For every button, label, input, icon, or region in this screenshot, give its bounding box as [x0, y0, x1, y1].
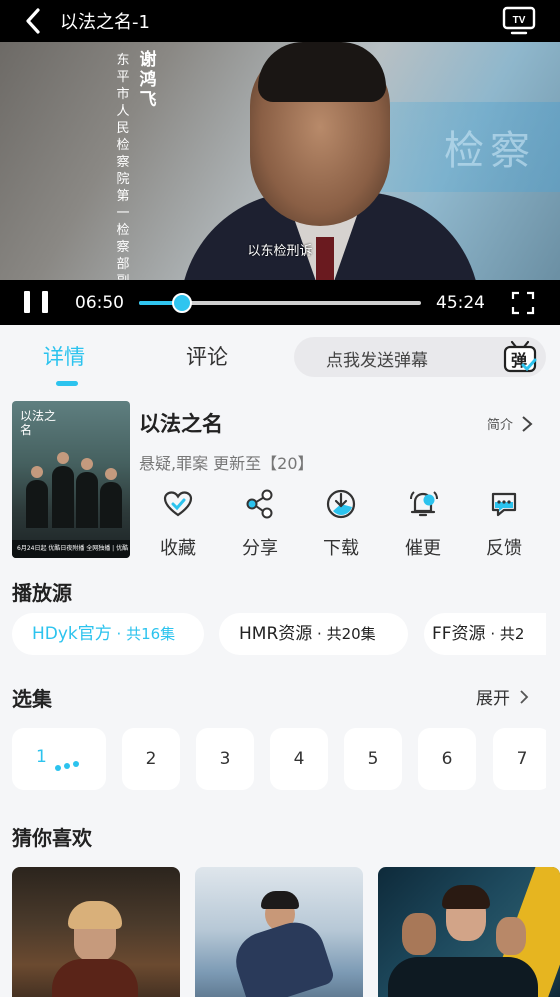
tabs-row: 详情 评论 点我发送弹幕 弹 — [0, 325, 560, 389]
source-count: · 共16集 — [111, 625, 176, 643]
source-list: HDyk官方 · 共16集 HMR资源 · 共20集 FF资源 · 共2 — [12, 613, 546, 655]
source-name: HMR资源 — [239, 624, 313, 644]
feedback-button[interactable]: 反馈 — [464, 488, 544, 560]
chevron-right-icon — [522, 415, 533, 432]
poster-release-strip: 6月24日起 优酷日夜附播 全网独播 | 优酷 酷喵TV — [12, 540, 130, 558]
urge-update-button[interactable]: 催更 — [383, 488, 463, 560]
intro-link[interactable]: 简介 — [487, 414, 533, 433]
download-label: 下载 — [323, 538, 359, 559]
episode-item-6[interactable]: 6 — [418, 728, 476, 790]
share-icon — [246, 489, 273, 519]
player-top-bar: 以法之名-1 TV — [0, 0, 560, 42]
bell-icon — [410, 491, 438, 517]
episode-item-1[interactable]: 1 — [12, 728, 106, 790]
background-sign-text: 检察 — [444, 128, 536, 174]
favorite-button[interactable]: 收藏 — [138, 488, 218, 560]
video-subtitle: 以东检刑诉 — [247, 244, 313, 259]
feedback-icon — [491, 492, 517, 517]
source-count: · 共2 — [485, 625, 525, 643]
episode-item-5[interactable]: 5 — [344, 728, 402, 790]
tab-comments[interactable]: 评论 — [186, 341, 228, 371]
share-label: 分享 — [242, 538, 278, 559]
expand-label: 展开 — [476, 689, 510, 709]
poster-title: 以法之名 — [20, 409, 57, 437]
episode-number: 1 — [36, 747, 47, 767]
source-name: FF资源 — [432, 624, 486, 644]
pause-button[interactable] — [24, 290, 48, 315]
sources-title: 播放源 — [12, 581, 72, 605]
source-name: HDyk官方 — [32, 624, 112, 644]
chevron-right-icon — [520, 689, 529, 704]
source-item-hdyk[interactable]: HDyk官方 · 共16集 — [12, 613, 204, 655]
back-arrow-icon — [26, 8, 40, 34]
danmaku-input[interactable]: 点我发送弹幕 弹 — [294, 337, 546, 377]
source-item-ff[interactable]: FF资源 · 共2 — [424, 613, 546, 655]
progress-bar[interactable] — [139, 292, 421, 313]
fullscreen-button[interactable] — [511, 291, 535, 315]
tab-details[interactable]: 详情 — [43, 341, 85, 371]
recommend-item-2[interactable] — [195, 867, 363, 997]
download-icon — [326, 489, 356, 519]
urge-update-label: 催更 — [405, 538, 441, 559]
video-player[interactable]: 检察 东平市人民检察院第一检察部副主任 谢鸿飞 以东检刑诉 以法之名-1 TV — [0, 0, 560, 325]
fullscreen-icon — [511, 291, 535, 314]
episodes-title: 选集 — [12, 687, 52, 711]
current-time: 06:50 — [75, 292, 124, 313]
show-title: 以法之名 — [139, 412, 223, 436]
share-button[interactable]: 分享 — [220, 488, 300, 560]
danmaku-toggle-icon[interactable]: 弹 — [502, 339, 538, 375]
speaker-name-caption: 谢鸿飞 — [139, 50, 157, 110]
recommend-list — [12, 867, 560, 997]
download-button[interactable]: 下载 — [301, 488, 381, 560]
episode-item-3[interactable]: 3 — [196, 728, 254, 790]
show-meta: 悬疑,罪案 更新至【20】 — [139, 454, 314, 473]
tv-cast-icon: TV — [502, 6, 536, 35]
intro-label: 简介 — [487, 418, 514, 433]
recommend-item-1[interactable] — [12, 867, 180, 997]
total-time: 45:24 — [436, 292, 485, 313]
episode-item-4[interactable]: 4 — [270, 728, 328, 790]
danmaku-placeholder: 点我发送弹幕 — [326, 351, 428, 371]
episode-item-7[interactable]: 7 — [493, 728, 546, 790]
tab-indicator — [56, 381, 78, 386]
back-button[interactable] — [16, 4, 50, 38]
pause-icon — [24, 290, 30, 313]
recommend-item-3[interactable] — [378, 867, 560, 997]
now-playing-icon — [55, 761, 79, 771]
video-frame[interactable]: 检察 东平市人民检察院第一检察部副主任 谢鸿飞 以东检刑诉 — [0, 42, 560, 280]
person-hair — [258, 42, 386, 102]
svg-text:TV: TV — [513, 15, 526, 26]
recommend-title: 猜你喜欢 — [12, 826, 92, 850]
show-poster[interactable]: 以法之名 6月24日起 优酷日夜附播 全网独播 | 优酷 酷喵TV — [12, 401, 130, 558]
video-title: 以法之名-1 — [60, 12, 150, 33]
progress-handle[interactable] — [171, 292, 192, 313]
action-bar: 收藏 分享 下载 催更 反馈 — [138, 488, 548, 560]
heart-icon — [163, 491, 193, 517]
feedback-label: 反馈 — [486, 538, 522, 559]
expand-episodes-button[interactable]: 展开 — [476, 684, 529, 709]
screen: 检察 东平市人民检察院第一检察部副主任 谢鸿飞 以东检刑诉 以法之名-1 TV — [0, 0, 560, 997]
source-item-hmr[interactable]: HMR资源 · 共20集 — [219, 613, 408, 655]
source-count: · 共20集 — [312, 625, 376, 643]
episode-list: 1 2 3 4 5 6 7 — [12, 728, 546, 790]
tv-cast-button[interactable]: TV — [502, 6, 536, 36]
episode-item-2[interactable]: 2 — [122, 728, 180, 790]
favorite-label: 收藏 — [160, 538, 196, 559]
player-controls: 06:50 45:24 — [0, 280, 560, 325]
